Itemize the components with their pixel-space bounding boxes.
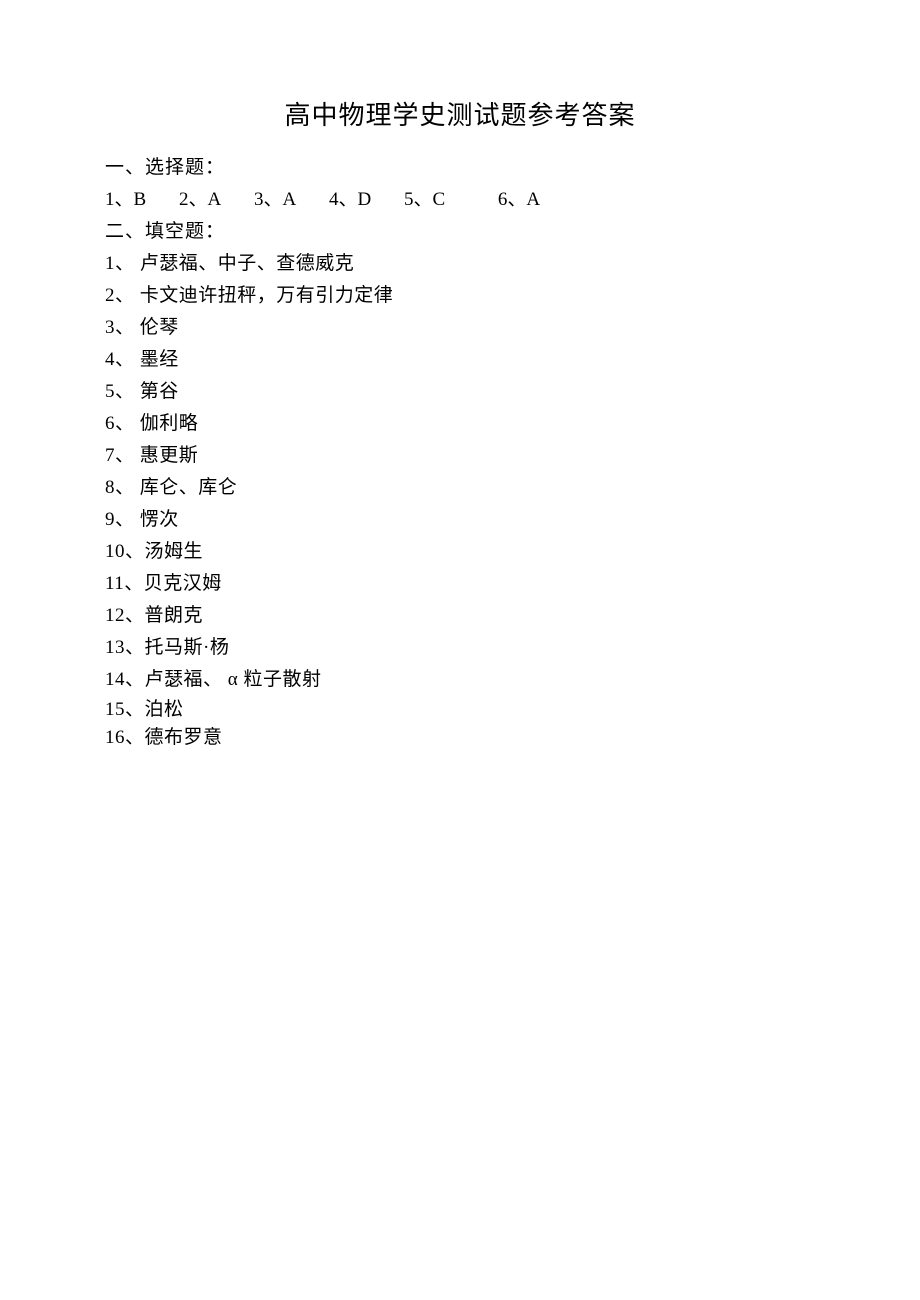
fill-text: 德布罗意 (145, 727, 223, 748)
choice-item: 1、B (105, 184, 146, 216)
choice-item: 4、D (329, 184, 371, 216)
fill-text: 惠更斯 (140, 445, 199, 466)
fill-num: 7、 (105, 445, 140, 466)
fill-num: 6、 (105, 413, 140, 434)
fill-item: 4、 墨经 (105, 344, 815, 376)
choice-num: 3、 (254, 189, 283, 210)
fill-text: 卡文迪许扭秤，万有引力定律 (140, 285, 394, 306)
fill-item: 16、德布罗意 (105, 724, 815, 752)
choice-num: 6、 (498, 189, 527, 210)
choice-answer: A (207, 189, 221, 210)
fill-text: 库仑、库仑 (140, 477, 238, 498)
fill-text: 托马斯·杨 (145, 637, 230, 658)
page-title: 高中物理学史测试题参考答案 (105, 95, 815, 132)
choice-num: 4、 (329, 189, 358, 210)
fill-num: 8、 (105, 477, 140, 498)
fill-num: 16、 (105, 727, 145, 748)
fill-num: 15、 (105, 699, 145, 720)
choice-answer: B (134, 189, 147, 210)
choice-num: 1、 (105, 189, 134, 210)
choice-item: 2、A (179, 184, 221, 216)
fill-text: 普朗克 (145, 605, 204, 626)
choice-answer: D (357, 189, 371, 210)
fill-text: 伦琴 (140, 317, 179, 338)
choice-answers-row: 1、B 2、A 3、A 4、D 5、C 6、A (105, 184, 815, 216)
fill-item: 9、 愣次 (105, 504, 815, 536)
fill-item: 8、 库仑、库仑 (105, 472, 815, 504)
fill-item: 1、 卢瑟福、中子、查德威克 (105, 248, 815, 280)
choice-item: 3、A (254, 184, 296, 216)
section-2-header: 二、填空题： (105, 216, 815, 248)
fill-text: 贝克汉姆 (144, 573, 222, 594)
fill-item: 15、泊松 (105, 696, 815, 724)
choice-num: 2、 (179, 189, 208, 210)
fill-item: 6、 伽利略 (105, 408, 815, 440)
fill-item: 11、贝克汉姆 (105, 568, 815, 600)
fill-num: 5、 (105, 381, 140, 402)
fill-text: 卢瑟福、中子、查德威克 (140, 253, 355, 274)
fill-item: 2、 卡文迪许扭秤，万有引力定律 (105, 280, 815, 312)
fill-num: 14、 (105, 669, 145, 690)
choice-answer: A (282, 189, 296, 210)
fill-text: 墨经 (140, 349, 179, 370)
fill-item: 3、 伦琴 (105, 312, 815, 344)
choice-item: 5、C (404, 184, 445, 216)
fill-num: 11、 (105, 573, 144, 594)
choice-item: 6、A (498, 184, 540, 216)
fill-num: 13、 (105, 637, 145, 658)
fill-item: 10、汤姆生 (105, 536, 815, 568)
fill-num: 1、 (105, 253, 140, 274)
fill-num: 12、 (105, 605, 145, 626)
fill-text: 泊松 (145, 699, 184, 720)
fill-num: 10、 (105, 541, 145, 562)
choice-answer: C (432, 189, 445, 210)
section-1-header: 一、选择题： (105, 152, 815, 184)
choice-answer: A (526, 189, 540, 210)
fill-num: 9、 (105, 509, 140, 530)
fill-item: 12、普朗克 (105, 600, 815, 632)
fill-text: 伽利略 (140, 413, 199, 434)
fill-text: 卢瑟福、 α 粒子散射 (145, 669, 322, 690)
fill-text: 第谷 (140, 381, 179, 402)
fill-text: 汤姆生 (145, 541, 204, 562)
fill-num: 3、 (105, 317, 140, 338)
fill-item: 13、托马斯·杨 (105, 632, 815, 664)
fill-text: 愣次 (140, 509, 179, 530)
choice-num: 5、 (404, 189, 433, 210)
fill-num: 4、 (105, 349, 140, 370)
fill-item: 5、 第谷 (105, 376, 815, 408)
fill-item: 14、卢瑟福、 α 粒子散射 (105, 664, 815, 696)
fill-num: 2、 (105, 285, 140, 306)
fill-item: 7、 惠更斯 (105, 440, 815, 472)
